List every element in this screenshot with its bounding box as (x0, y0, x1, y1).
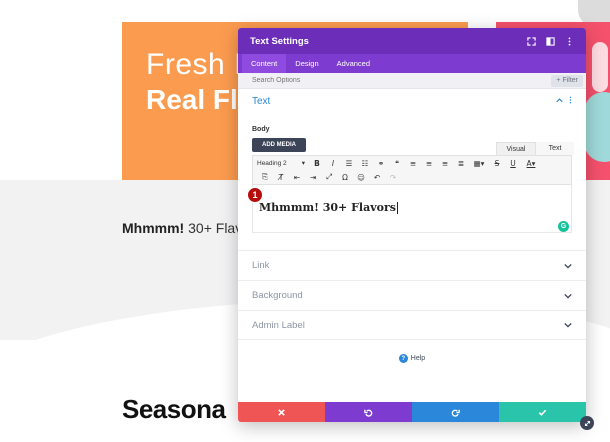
hero-line-1: Fresh I (146, 48, 243, 81)
toggle-background-label: Background (252, 290, 303, 301)
toggle-admin-label-label: Admin Label (252, 319, 305, 331)
numbered-list-icon[interactable]: ☷ (357, 159, 373, 168)
format-select[interactable]: Heading 2 ▾ (257, 159, 309, 168)
tab-content[interactable]: Content (242, 54, 287, 73)
section-heading: Seasona (122, 394, 226, 424)
paste-icon[interactable]: ⎘ (257, 172, 273, 182)
hero-line-2: Real Fl (146, 84, 238, 115)
toolbar-row-2: ⎘ T̸ ⇤ ⇥ ⤢ Ω ☺ ↶ ↷ (253, 170, 571, 184)
table-icon[interactable]: ▦▾ (469, 159, 489, 168)
justify-icon[interactable]: ≣ (453, 159, 469, 168)
chevron-down-icon (564, 293, 572, 299)
bold-icon[interactable]: B (309, 159, 325, 168)
toggle-link-label: Link (252, 260, 270, 271)
strikethrough-icon[interactable]: S (489, 159, 505, 168)
step-number-badge: 1 (247, 187, 263, 203)
tab-design[interactable]: Design (286, 54, 327, 73)
toggle-background[interactable]: Background (238, 280, 586, 310)
modal-footer (238, 402, 586, 422)
underline-icon[interactable]: U (505, 159, 521, 168)
help-icon: ? (398, 354, 408, 363)
text-color-icon[interactable]: A▾ (521, 159, 541, 168)
fullscreen-icon[interactable] (527, 36, 536, 46)
close-icon (278, 408, 285, 416)
clear-format-icon[interactable]: T̸ (273, 173, 289, 182)
text-section-title: Text (252, 95, 271, 107)
more-options-icon[interactable] (565, 36, 574, 46)
modal-tabs: Content Design Advanced (238, 54, 586, 73)
tagline[interactable]: Mhmmm! 30+ Flavo (122, 220, 250, 236)
ice-cream-cone-shape (592, 42, 608, 92)
tab-text-editor[interactable]: Text (536, 142, 574, 155)
add-media-button[interactable]: ADD MEDIA (252, 138, 306, 152)
tab-advanced[interactable]: Advanced (328, 54, 379, 73)
help-label: Help (410, 355, 426, 362)
tagline-bold: Mhmmm! (122, 220, 185, 236)
check-icon (538, 409, 547, 416)
search-options-input[interactable] (252, 77, 552, 84)
align-left-icon[interactable]: ≡ (405, 159, 421, 168)
page-canvas: Fresh I Real Fl Mhmmm! 30+ Flavo Seasona… (0, 0, 610, 442)
save-button[interactable] (499, 402, 586, 422)
fullscreen-editor-icon[interactable]: ⤢ (321, 172, 337, 182)
outdent-icon[interactable]: ⇤ (289, 173, 305, 182)
tab-visual-editor[interactable]: Visual (496, 142, 536, 155)
redo-button[interactable] (412, 402, 499, 422)
indent-icon[interactable]: ⇥ (305, 173, 321, 182)
text-settings-modal: Text Settings Content Design Advanced + … (238, 28, 586, 422)
chevron-down-icon (564, 263, 572, 269)
redo-icon[interactable]: ↷ (385, 173, 401, 182)
undo-button[interactable] (325, 402, 412, 422)
redo-arrow-icon (451, 409, 460, 417)
rich-text-editor[interactable]: Mhmmm! 30+ Flavors (252, 185, 572, 233)
modal-title: Text Settings (250, 35, 309, 47)
link-icon[interactable]: ⚭ (373, 159, 389, 168)
editor-toolbar: Heading 2 ▾ B I ☰ ☷ ⚭ ❝ ≡ ≡ ≡ ≣ ▦▾ S U A▾… (252, 155, 572, 185)
section-more-icon[interactable] (569, 96, 572, 106)
align-right-icon[interactable]: ≡ (437, 159, 453, 168)
text-section-header[interactable]: Text (238, 89, 586, 113)
editor-content-text: Mhmmm! 30+ Flavors (259, 201, 396, 214)
chevron-down-icon (564, 322, 572, 328)
grammarly-icon[interactable]: G (558, 221, 569, 232)
resize-handle[interactable] (580, 416, 594, 430)
editor-content[interactable]: Mhmmm! 30+ Flavors (259, 201, 398, 214)
toggle-link[interactable]: Link (238, 250, 586, 280)
special-char-icon[interactable]: Ω (337, 173, 353, 182)
resize-icon (584, 420, 590, 426)
cancel-button[interactable] (238, 402, 325, 422)
align-center-icon[interactable]: ≡ (421, 159, 437, 168)
format-select-value: Heading 2 (257, 159, 287, 167)
select-caret-icon: ▾ (301, 160, 305, 167)
help-link[interactable]: ? Help (238, 354, 586, 363)
undo-arrow-icon (364, 409, 373, 417)
emoji-icon[interactable]: ☺ (353, 173, 369, 182)
ice-cream-scoop-shape (584, 92, 610, 162)
italic-icon[interactable]: I (325, 159, 341, 168)
chevron-up-icon[interactable] (556, 97, 563, 106)
undo-icon[interactable]: ↶ (369, 173, 385, 182)
blockquote-icon[interactable]: ❝ (389, 159, 405, 168)
toggle-admin-label[interactable]: Admin Label (238, 310, 586, 340)
toolbar-row-1: Heading 2 ▾ B I ☰ ☷ ⚭ ❝ ≡ ≡ ≡ ≣ ▦▾ S U A▾ (253, 156, 571, 170)
options-search-bar: + Filter (238, 73, 586, 89)
bullet-list-icon[interactable]: ☰ (341, 159, 357, 168)
filter-button[interactable]: + Filter (551, 74, 583, 87)
split-view-icon[interactable] (546, 36, 555, 46)
modal-header: Text Settings (238, 28, 586, 54)
text-caret (396, 202, 398, 214)
body-label: Body (252, 126, 270, 133)
